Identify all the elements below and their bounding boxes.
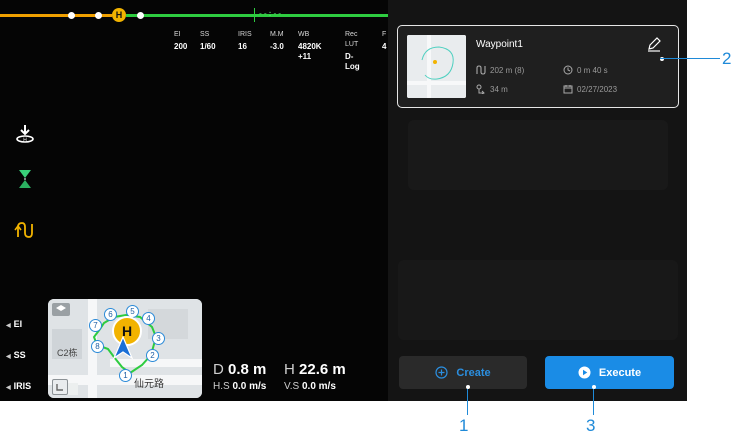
panel-background-blur	[398, 260, 678, 340]
waypoint-marker[interactable]: 3	[152, 332, 165, 345]
waypoint-marker[interactable]: 7	[89, 319, 102, 332]
edit-mission-button[interactable]	[646, 36, 662, 57]
callout-label-1: 1	[459, 416, 469, 435]
mission-altitude: 34 m	[476, 84, 508, 94]
mission-thumbnail	[407, 35, 466, 98]
side-control-ss[interactable]: ◀ SS	[6, 350, 26, 360]
chevron-left-icon: ◀	[6, 354, 11, 360]
play-circle-icon	[578, 366, 591, 379]
param-iris[interactable]: IRIS 16	[238, 30, 252, 52]
mission-date: 02/27/2023	[563, 84, 617, 94]
expand-icon	[56, 384, 63, 391]
mini-map[interactable]: C2栋 仙元路 1 2 3 4 5 6 7 8 H	[48, 299, 202, 398]
map-building-label: C2栋	[57, 348, 78, 358]
map-road-label: 仙元路	[134, 379, 164, 390]
telemetry-vertical-speed: V.S 0.0 m/s	[284, 381, 336, 392]
waypoint-marker[interactable]: 6	[104, 308, 117, 321]
callout-line-3	[593, 389, 594, 415]
waypoint-marker[interactable]: 8	[91, 340, 104, 353]
execute-button[interactable]: Execute	[545, 356, 674, 389]
chevron-left-icon: ◀	[6, 323, 11, 329]
camera-live-view[interactable]: H --:-- EI 200 SS 1/60 IRIS 16 M.M -3.0 WB 48…	[0, 0, 388, 401]
waypoint-marker[interactable]: 2	[146, 349, 159, 362]
track-marker-dot	[137, 12, 144, 19]
mission-duration: 0 m 40 s	[563, 65, 608, 75]
callout-label-3: 3	[586, 416, 596, 435]
param-rec-lut[interactable]: Rec LUT D-Log	[345, 30, 360, 72]
side-control-ei[interactable]: ◀ EI	[6, 319, 22, 329]
telemetry-height: H 22.6 m	[284, 361, 346, 378]
track-marker-dot	[95, 12, 102, 19]
create-button[interactable]: Create	[399, 356, 527, 389]
track-marker-dot	[68, 12, 75, 19]
track-divider	[254, 8, 255, 22]
param-ei[interactable]: EI 200	[174, 30, 187, 52]
side-control-iris[interactable]: ◀ IRIS	[6, 381, 31, 391]
remaining-time: --:--	[258, 9, 283, 18]
signal-track-bar	[126, 14, 388, 17]
waypoint-marker[interactable]: 4	[142, 312, 155, 325]
callout-label-2: 2	[722, 49, 732, 68]
panel-background-blur	[408, 120, 668, 190]
home-marker-icon: H	[112, 8, 126, 22]
calendar-icon	[563, 85, 573, 94]
map-layer-button[interactable]	[52, 303, 70, 316]
app-screen: H --:-- EI 200 SS 1/60 IRIS 16 M.M -3.0 WB 48…	[0, 0, 687, 401]
telemetry-horizontal-speed: H.S 0.0 m/s	[213, 381, 267, 392]
landing-icon[interactable]: H	[14, 123, 36, 145]
mission-title: Waypoint1	[476, 39, 523, 50]
mission-distance: 202 m (8)	[476, 65, 524, 75]
callout-line-1	[467, 389, 468, 415]
map-expand-button[interactable]	[52, 379, 68, 395]
aircraft-arrow-icon	[112, 336, 134, 360]
waypoint-mission-card[interactable]: Waypoint1 202 m (8) 0 m 40 s 34 m 02/27/…	[397, 25, 679, 108]
param-ss[interactable]: SS 1/60	[200, 30, 216, 52]
altitude-icon	[476, 84, 485, 94]
callout-line-2	[660, 58, 720, 59]
waypoint-marker[interactable]: 1	[119, 369, 132, 382]
flight-status-bar: H --:--	[0, 8, 388, 22]
clock-icon	[563, 65, 573, 75]
gimbal-direction-icon[interactable]	[14, 168, 36, 190]
param-wb[interactable]: WB 4820K +11	[298, 30, 322, 62]
layers-icon	[56, 305, 66, 311]
param-mm[interactable]: M.M -3.0	[270, 30, 284, 52]
route-icon	[476, 65, 486, 75]
param-f[interactable]: F4	[382, 30, 386, 52]
pencil-icon	[648, 37, 661, 52]
waypoint-route-icon[interactable]	[14, 219, 36, 241]
svg-text:H: H	[23, 138, 27, 144]
add-circle-icon	[435, 366, 448, 379]
chevron-left-icon: ◀	[6, 385, 11, 391]
telemetry-distance: D 0.8 m	[213, 361, 267, 378]
